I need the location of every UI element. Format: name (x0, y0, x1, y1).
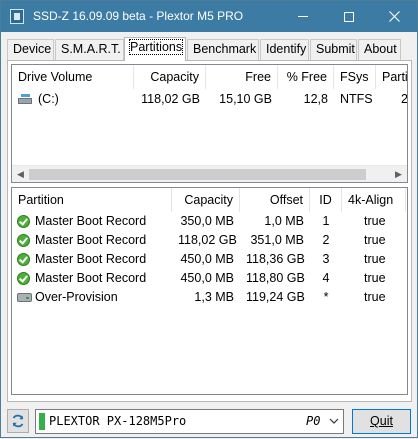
title-bar[interactable]: SSD-Z 16.09.09 beta - Plextor M5 PRO (1, 1, 417, 32)
partition-name: Master Boot Record (35, 252, 147, 266)
device-name: PLEXTOR PX-128M5Pro (49, 414, 187, 428)
tab-about[interactable]: About (358, 39, 401, 60)
tab-label: Benchmark (193, 42, 257, 56)
tab-partitions[interactable]: Partitions (124, 37, 186, 61)
partition-row[interactable]: Master Boot Record 450,0 MB 118,36 GB 3 … (12, 250, 407, 269)
partition-align: true (364, 290, 386, 304)
tab-label: Identify (266, 42, 307, 56)
partition-id: 4 (322, 271, 330, 285)
volume-name: (C:) (38, 92, 59, 106)
volume-free: 15,10 GB (219, 92, 272, 106)
window-title: SSD-Z 16.09.09 beta - Plextor M5 PRO (33, 9, 244, 23)
partition-name: Master Boot Record (35, 233, 147, 247)
partition-name: Master Boot Record (35, 214, 147, 228)
col-id[interactable]: ID (310, 188, 342, 212)
col-fsys[interactable]: FSys (334, 65, 376, 89)
partitions-list[interactable]: Partition Capacity Offset ID 4k-Align Ma… (11, 187, 408, 395)
chevron-down-icon[interactable] (329, 417, 339, 425)
partition-capacity: 1,3 MB (194, 290, 234, 304)
drive-icon (18, 94, 32, 104)
app-icon (10, 9, 24, 24)
close-icon (388, 11, 400, 22)
partition-row[interactable]: Master Boot Record 118,02 GB 351,0 MB 2 … (12, 231, 407, 250)
partition-capacity: 350,0 MB (180, 214, 234, 228)
quit-button[interactable]: Quit (352, 409, 411, 434)
col-capacity[interactable]: Capacity (134, 65, 206, 89)
volume-pct-free: 12,8 (303, 92, 328, 106)
bottom-bar: PLEXTOR PX-128M5Pro P0 Quit (1, 406, 417, 439)
partition-offset: 1,0 MB (264, 214, 304, 228)
partition-capacity: 450,0 MB (180, 271, 234, 285)
partition-capacity: 118,02 GB (178, 233, 237, 247)
maximize-button[interactable] (326, 1, 372, 32)
volume-row[interactable]: (C:) 118,02 GB 15,10 GB 12,8 NTFS 2 (12, 90, 407, 109)
scroll-right-icon[interactable]: ▶ (390, 166, 407, 182)
volume-capacity: 118,02 GB (141, 92, 200, 106)
maximize-icon (344, 11, 354, 22)
tab-label: About (364, 42, 397, 56)
partition-id: * (323, 290, 329, 304)
volume-fsys: NTFS (340, 92, 373, 106)
close-button[interactable] (371, 1, 417, 32)
partition-offset: 118,36 GB (246, 252, 305, 266)
partition-align: true (364, 233, 386, 247)
col-partition-capacity[interactable]: Capacity (172, 188, 240, 212)
partition-row[interactable]: Master Boot Record 450,0 MB 118,80 GB 4 … (12, 269, 407, 288)
tab-label: Device (13, 42, 52, 56)
tab-label: Partitions (128, 39, 184, 55)
tab-benchmark[interactable]: Benchmark (187, 39, 259, 60)
volumes-list[interactable]: Drive Volume Capacity Free % Free FSys P… (11, 64, 408, 183)
quit-label: Quit (370, 414, 393, 428)
partition-id: 1 (322, 214, 330, 228)
refresh-icon (12, 414, 24, 428)
partition-align: true (364, 214, 386, 228)
partitions-header: Partition Capacity Offset ID 4k-Align (12, 188, 407, 212)
partition-offset: 351,0 MB (250, 233, 304, 247)
scroll-thumb[interactable] (29, 169, 366, 180)
partition-name: Over-Provision (35, 290, 118, 304)
tab-label: Submit (316, 42, 355, 56)
partition-id: 2 (322, 233, 330, 247)
partition-offset: 118,80 GB (246, 271, 305, 285)
col-pct-free[interactable]: % Free (278, 65, 334, 89)
status-indicator (39, 413, 45, 430)
col-offset[interactable]: Offset (240, 188, 310, 212)
col-free[interactable]: Free (206, 65, 278, 89)
partition-align: true (364, 271, 386, 285)
partition-row[interactable]: Over-Provision 1,3 MB 119,24 GB * true (12, 288, 407, 307)
partitions-panel: Drive Volume Capacity Free % Free FSys P… (7, 60, 412, 402)
partition-id: 3 (322, 252, 330, 266)
partition-align: true (364, 252, 386, 266)
volumes-horizontal-scrollbar[interactable]: ◀ ▶ (12, 165, 407, 182)
col-4k-align[interactable]: 4k-Align (342, 188, 406, 212)
partition-capacity: 450,0 MB (180, 252, 234, 266)
app-window: SSD-Z 16.09.09 beta - Plextor M5 PRO Dev… (0, 0, 418, 438)
tab-strip: Device S.M.A.R.T. Partitions Benchmark I… (7, 37, 411, 61)
device-port: P0 (306, 414, 321, 428)
partition-name: Master Boot Record (35, 271, 147, 285)
tab-submit[interactable]: Submit (310, 39, 357, 60)
minimize-icon (298, 16, 308, 17)
partition-row[interactable]: Master Boot Record 350,0 MB 1,0 MB 1 tru… (12, 212, 407, 231)
volumes-header: Drive Volume Capacity Free % Free FSys P… (12, 65, 407, 89)
partition-offset: 119,24 GB (246, 290, 305, 304)
tab-smart[interactable]: S.M.A.R.T. (55, 39, 124, 60)
device-select[interactable]: PLEXTOR PX-128M5Pro P0 (35, 409, 344, 434)
tab-identify[interactable]: Identify (260, 39, 309, 60)
tab-device[interactable]: Device (7, 39, 54, 60)
scroll-left-icon[interactable]: ◀ (12, 166, 29, 182)
minimize-button[interactable] (280, 1, 326, 32)
volume-partition: 2 (401, 92, 408, 106)
col-partition[interactable]: Partit (376, 65, 407, 89)
col-partition-name[interactable]: Partition (12, 188, 172, 212)
tab-label: S.M.A.R.T. (61, 42, 121, 56)
refresh-button[interactable] (7, 409, 29, 433)
col-drive-volume[interactable]: Drive Volume (12, 65, 134, 89)
